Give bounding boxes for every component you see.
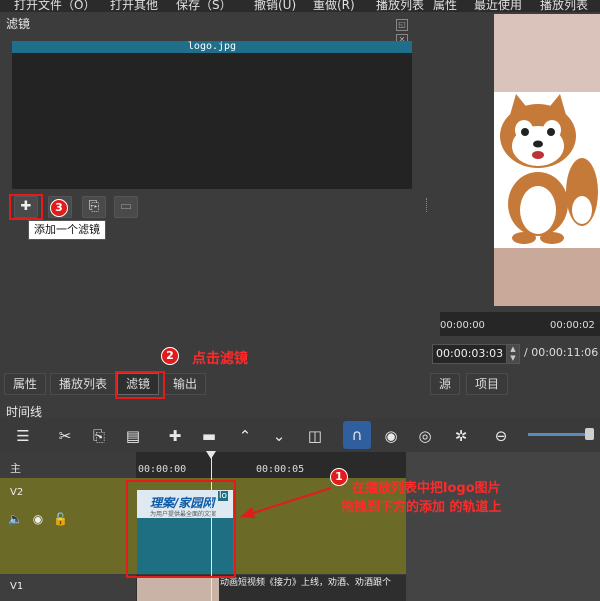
overwrite-icon[interactable]: ⌄: [268, 426, 290, 446]
remove-icon[interactable]: ▬: [198, 426, 220, 446]
preview-background-bottom: [494, 248, 600, 306]
menu-playlist[interactable]: 播放列表: [376, 0, 424, 12]
paste-filter-button[interactable]: ▭: [114, 196, 138, 218]
ruler-tick-1: 00:00:05: [256, 464, 305, 475]
menu-properties[interactable]: 属性: [433, 0, 457, 12]
copy-icon[interactable]: ⎘: [88, 426, 110, 446]
fox-image: [494, 92, 600, 248]
highlight-add-filter: [9, 194, 43, 220]
step1-caption-line1: 在播放列表中把logo图片: [352, 481, 501, 496]
track-v1-label: V1: [10, 581, 24, 592]
fox-mascot-icon: [500, 94, 598, 244]
preview-ruler[interactable]: 00:00:00 00:00:02: [440, 312, 600, 336]
lift-icon[interactable]: ⌃: [234, 426, 256, 446]
zoom-slider-handle[interactable]: [585, 428, 594, 440]
visibility-eye-icon[interactable]: ◉: [33, 512, 43, 526]
playhead-handle[interactable]: [206, 451, 216, 459]
timeline-ruler[interactable]: 00:00:00 00:00:05: [136, 452, 406, 478]
split-icon[interactable]: ◫: [304, 426, 326, 446]
menu-icon[interactable]: ☰: [12, 426, 34, 446]
menu-redo[interactable]: 重做(R): [313, 0, 355, 12]
step2-marker: 2: [161, 347, 179, 365]
cut-icon[interactable]: ✂: [54, 426, 76, 446]
preview-ruler-start: 00:00:00: [440, 320, 485, 331]
step1-marker: 1: [330, 468, 348, 486]
track-v2-label: V2: [10, 487, 24, 498]
preview-ruler-mark: 00:00:02: [550, 320, 595, 331]
zoom-slider[interactable]: [528, 433, 590, 436]
clipboard-icon: ▭: [119, 199, 133, 214]
video-clip-thumbnail: [137, 576, 219, 601]
float-icon[interactable]: ◱: [396, 19, 408, 31]
zoom-out-icon[interactable]: ⊖: [490, 426, 512, 446]
tab-project[interactable]: 项目: [466, 373, 509, 395]
ripple-icon[interactable]: ◎: [414, 426, 436, 446]
step1-caption-line2: 拖拽到下方的添加 的轨道上: [341, 500, 502, 515]
filter-panel-title: 滤镜: [6, 17, 31, 31]
menu-save[interactable]: 保存（S）: [176, 0, 232, 12]
tab-playlist[interactable]: 播放列表: [50, 373, 117, 395]
annotation-area: [406, 452, 600, 601]
preview-background-top: [494, 14, 600, 92]
scrub-eye-icon[interactable]: ◉: [380, 426, 402, 446]
duration-label: / 00:00:11:06: [524, 346, 599, 359]
arrow-icon: [240, 487, 332, 518]
master-track-label: 主: [10, 462, 21, 475]
menu-undo[interactable]: 撤销(U): [254, 0, 296, 12]
step3-marker: 3: [50, 199, 68, 217]
snap-magnet-icon[interactable]: ∩: [343, 421, 371, 449]
copy-filter-button[interactable]: ⎘: [82, 196, 106, 218]
video-preview: [494, 14, 600, 306]
add-filter-tooltip: 添加一个滤镜: [28, 220, 106, 240]
lock-icon[interactable]: 🔓: [53, 512, 68, 526]
tab-source[interactable]: 源: [430, 373, 461, 395]
highlight-filters-tab: [115, 371, 165, 399]
ripple-all-icon[interactable]: ✲: [450, 426, 472, 446]
tab-properties[interactable]: 属性: [4, 373, 47, 395]
copy-icon: ⎘: [88, 199, 100, 214]
panel-controls: ◱✕: [396, 16, 422, 46]
paste-icon[interactable]: ▤: [122, 426, 144, 446]
timecode-spinner[interactable]: ▲ ▼: [506, 344, 520, 364]
video-clip-title: 动画短视频《接力》上线，劝酒、劝酒跟个: [220, 578, 392, 588]
menu-recent[interactable]: 最近使用: [474, 0, 522, 12]
track-v2-controls: 🔈 ◉ 🔓: [8, 512, 68, 526]
menu-playlist-2[interactable]: 播放列表: [540, 0, 588, 12]
tab-export[interactable]: 输出: [164, 373, 207, 395]
step2-caption: 点击滤镜: [192, 351, 248, 367]
highlight-clip: [126, 480, 236, 578]
filter-list[interactable]: [12, 41, 412, 189]
splitter-handle[interactable]: [426, 198, 429, 212]
timecode-input[interactable]: 00:00:03:03: [432, 344, 507, 364]
menu-open-other[interactable]: 打开其他: [110, 0, 158, 12]
append-icon[interactable]: ✚: [164, 426, 186, 446]
filter-list-header: logo.jpg: [12, 41, 412, 53]
menu-open-file[interactable]: 打开文件（O）: [14, 0, 95, 12]
mute-icon[interactable]: 🔈: [8, 512, 23, 526]
menu-bar: 打开文件（O） 打开其他 保存（S） 撤销(U) 重做(R) 播放列表 属性 最…: [0, 0, 600, 12]
ruler-tick-0: 00:00:00: [138, 464, 187, 475]
